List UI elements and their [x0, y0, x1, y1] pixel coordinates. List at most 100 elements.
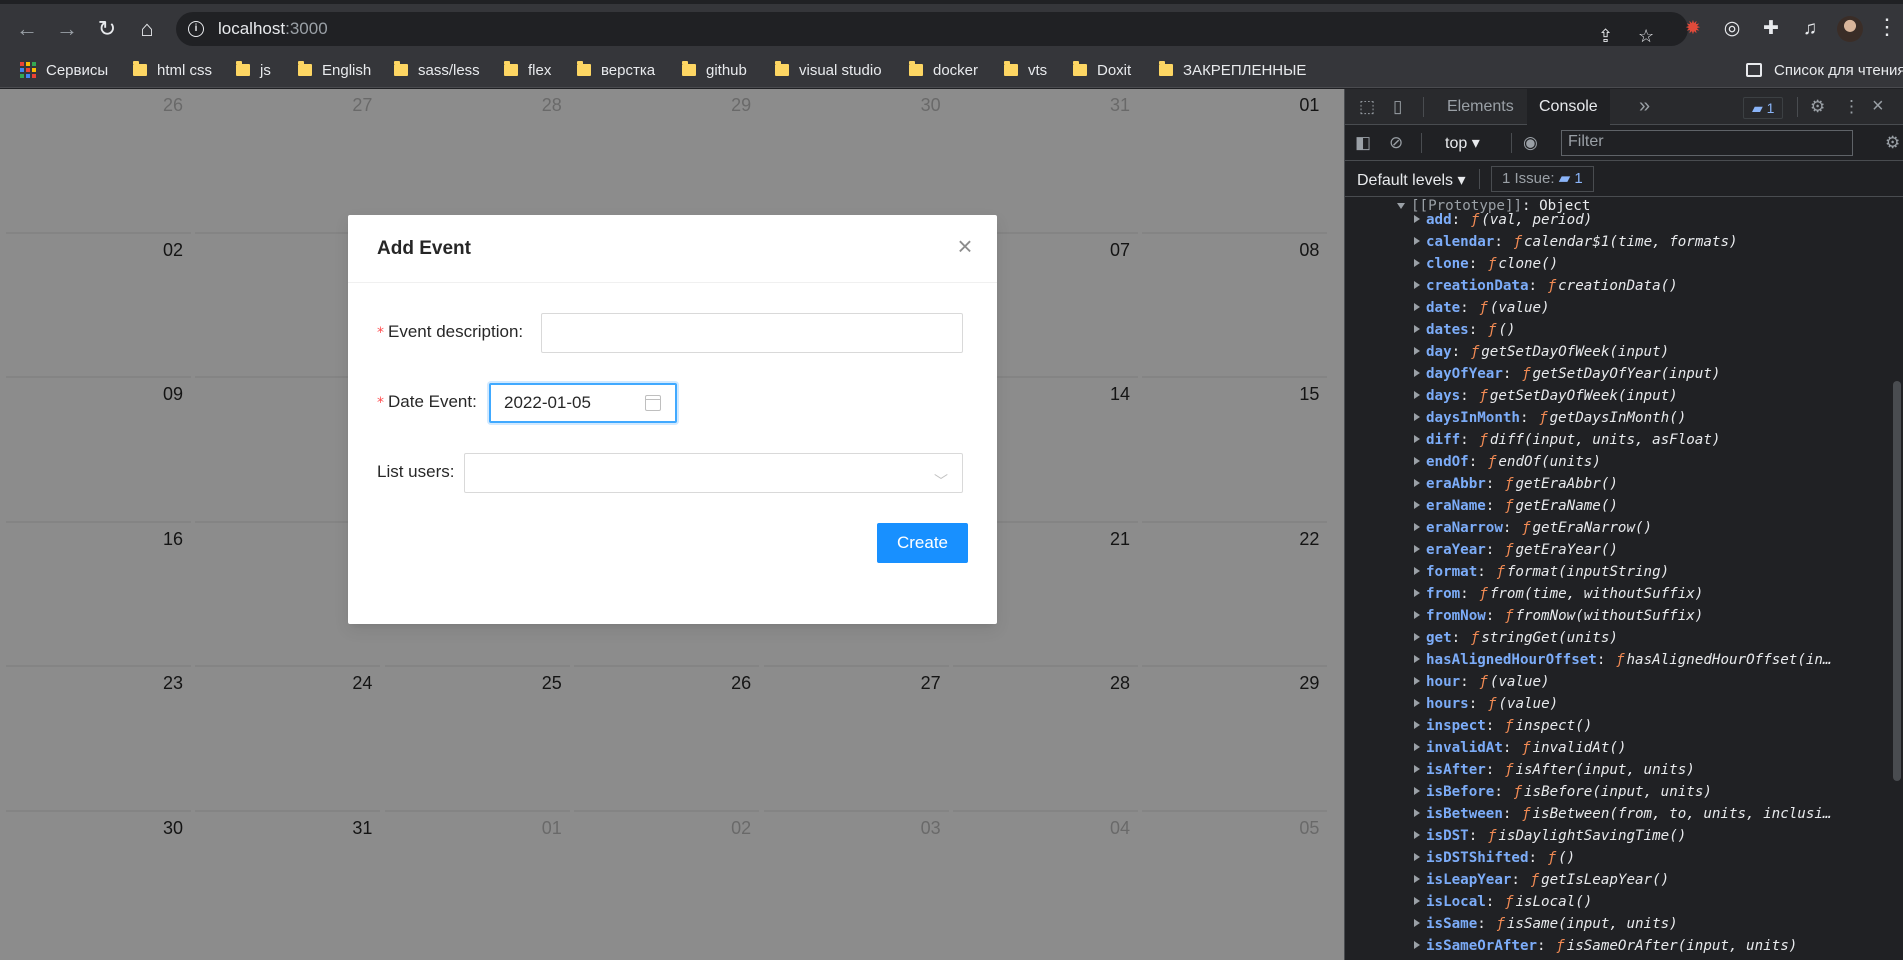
event-description-input[interactable]: [541, 313, 963, 353]
console-property-row[interactable]: eraName: ƒ getEraName(): [1414, 495, 1896, 517]
console-property-row[interactable]: eraNarrow: ƒ getEraNarrow(): [1414, 517, 1896, 539]
expand-triangle-icon[interactable]: [1414, 435, 1420, 443]
expand-triangle-icon[interactable]: [1414, 237, 1420, 245]
expand-triangle-icon[interactable]: [1414, 699, 1420, 707]
console-property-row[interactable]: hour: ƒ (value): [1414, 671, 1896, 693]
list-users-select[interactable]: ﹀: [464, 453, 963, 493]
expand-triangle-icon[interactable]: [1414, 523, 1420, 531]
issues-badge[interactable]: ▰ 1: [1743, 97, 1784, 119]
console-property-row[interactable]: dates: ƒ(): [1414, 319, 1896, 341]
console-property-row[interactable]: creationData: ƒ creationData(): [1414, 275, 1896, 297]
bookmark-folder[interactable]: English: [298, 57, 371, 83]
console-property-row[interactable]: hasAlignedHourOffset: ƒ hasAlignedHourOff…: [1414, 649, 1896, 671]
expand-triangle-icon[interactable]: [1414, 303, 1420, 311]
device-toolbar-icon[interactable]: ▯: [1393, 97, 1402, 117]
expand-triangle-icon[interactable]: [1414, 457, 1420, 465]
console-property-row[interactable]: days: ƒ getSetDayOfWeek(input): [1414, 385, 1896, 407]
bookmark-folder[interactable]: ЗАКРЕПЛЕННЫЕ: [1159, 57, 1306, 83]
sidebar-toggle-icon[interactable]: ◧: [1355, 133, 1371, 153]
live-expression-eye-icon[interactable]: ◉: [1523, 133, 1538, 153]
expand-triangle-icon[interactable]: [1414, 259, 1420, 267]
home-icon[interactable]: ⌂: [132, 14, 162, 44]
expand-triangle-icon[interactable]: [1414, 325, 1420, 333]
collapse-triangle-icon[interactable]: [1397, 203, 1405, 209]
address-bar[interactable]: i localhost:3000 ⇪ ☆: [176, 12, 1688, 46]
console-property-row[interactable]: isAfter: ƒ isAfter(input, units): [1414, 759, 1896, 781]
console-property-row[interactable]: isLeapYear: ƒ getIsLeapYear(): [1414, 869, 1896, 891]
expand-triangle-icon[interactable]: [1414, 369, 1420, 377]
issue-count-button[interactable]: 1 Issue: ▰ 1: [1491, 166, 1594, 192]
expand-triangle-icon[interactable]: [1414, 611, 1420, 619]
console-filter-input[interactable]: Filter: [1561, 130, 1853, 156]
bookmark-folder[interactable]: flex: [504, 57, 551, 83]
expand-triangle-icon[interactable]: [1414, 589, 1420, 597]
console-property-row[interactable]: fromNow: ƒ fromNow(withoutSuffix): [1414, 605, 1896, 627]
bookmark-folder[interactable]: visual studio: [775, 57, 882, 83]
console-property-row[interactable]: isBetween: ƒ isBetween(from, to, units, i…: [1414, 803, 1896, 825]
devtools-menu-icon[interactable]: ⋮: [1843, 97, 1860, 117]
console-property-row[interactable]: calendar: ƒ calendar$1(time, formats): [1414, 231, 1896, 253]
console-property-row[interactable]: isDSTShifted: ƒ(): [1414, 847, 1896, 869]
bookmark-star-icon[interactable]: ☆: [1638, 26, 1654, 47]
inspect-element-icon[interactable]: ⬚: [1359, 97, 1375, 117]
expand-triangle-icon[interactable]: [1414, 501, 1420, 509]
console-property-row[interactable]: hours: ƒ (value): [1414, 693, 1896, 715]
bookmark-folder[interactable]: html css: [133, 57, 212, 83]
settings-gear-icon[interactable]: ⚙: [1810, 97, 1825, 117]
bookmark-folder[interactable]: docker: [909, 57, 978, 83]
console-scrollbar[interactable]: [1891, 197, 1903, 960]
tab-console[interactable]: Console: [1527, 89, 1610, 125]
console-property-row[interactable]: eraYear: ƒ getEraYear(): [1414, 539, 1896, 561]
expand-triangle-icon[interactable]: [1414, 897, 1420, 905]
expand-triangle-icon[interactable]: [1414, 831, 1420, 839]
bookmark-folder[interactable]: Doxit: [1073, 57, 1131, 83]
console-property-row[interactable]: format: ƒ format(inputString): [1414, 561, 1896, 583]
bookmark-apps[interactable]: Сервисы: [20, 57, 108, 83]
expand-triangle-icon[interactable]: [1414, 347, 1420, 355]
console-property-row[interactable]: invalidAt: ƒ invalidAt(): [1414, 737, 1896, 759]
expand-triangle-icon[interactable]: [1414, 633, 1420, 641]
forward-arrow-icon[interactable]: →: [52, 14, 82, 44]
console-property-row[interactable]: add: ƒ (val, period): [1414, 209, 1896, 231]
record-icon[interactable]: ◎: [1719, 16, 1745, 42]
console-property-row[interactable]: diff: ƒ diff(input, units, asFloat): [1414, 429, 1896, 451]
menu-kebab-icon[interactable]: ⋮: [1876, 14, 1898, 40]
expand-triangle-icon[interactable]: [1414, 787, 1420, 795]
console-property-row[interactable]: isLocal: ƒ isLocal(): [1414, 891, 1896, 913]
console-property-row[interactable]: endOf: ƒ endOf(units): [1414, 451, 1896, 473]
bookmark-folder[interactable]: js: [236, 57, 271, 83]
close-icon[interactable]: ×: [953, 233, 977, 259]
create-button[interactable]: Create: [877, 523, 968, 563]
expand-triangle-icon[interactable]: [1414, 853, 1420, 861]
context-select[interactable]: top ▾: [1445, 133, 1480, 153]
console-property-row[interactable]: isDST: ƒ isDaylightSavingTime(): [1414, 825, 1896, 847]
site-info-icon[interactable]: i: [188, 21, 204, 37]
expand-triangle-icon[interactable]: [1414, 919, 1420, 927]
expand-triangle-icon[interactable]: [1414, 765, 1420, 773]
puzzle-icon[interactable]: ✚: [1758, 16, 1784, 42]
expand-triangle-icon[interactable]: [1414, 721, 1420, 729]
console-property-row[interactable]: date: ƒ (value): [1414, 297, 1896, 319]
scrollbar-thumb[interactable]: [1893, 381, 1901, 781]
console-property-row[interactable]: isSameOrAfter: ƒ isSameOrAfter(input, uni…: [1414, 935, 1896, 957]
expand-triangle-icon[interactable]: [1414, 545, 1420, 553]
console-property-row[interactable]: dayOfYear: ƒ getSetDayOfYear(input): [1414, 363, 1896, 385]
expand-triangle-icon[interactable]: [1414, 479, 1420, 487]
console-property-row[interactable]: day: ƒ getSetDayOfWeek(input): [1414, 341, 1896, 363]
expand-triangle-icon[interactable]: [1414, 743, 1420, 751]
console-property-row[interactable]: isSame: ƒ isSame(input, units): [1414, 913, 1896, 935]
bookmark-folder[interactable]: vts: [1004, 57, 1047, 83]
expand-triangle-icon[interactable]: [1414, 655, 1420, 663]
console-settings-gear-icon[interactable]: ⚙: [1885, 133, 1900, 153]
console-property-row[interactable]: inspect: ƒ inspect(): [1414, 715, 1896, 737]
expand-triangle-icon[interactable]: [1414, 215, 1420, 223]
url-text[interactable]: localhost:3000: [218, 19, 328, 39]
date-event-picker[interactable]: 2022-01-05: [489, 383, 677, 423]
media-icon[interactable]: ♫: [1797, 16, 1823, 42]
clear-console-icon[interactable]: ⊘: [1389, 133, 1403, 153]
reading-list[interactable]: Список для чтения: [1746, 57, 1903, 83]
tab-elements[interactable]: Elements: [1435, 89, 1526, 125]
expand-triangle-icon[interactable]: [1414, 809, 1420, 817]
expand-triangle-icon[interactable]: [1414, 875, 1420, 883]
console-property-row[interactable]: get: ƒ stringGet(units): [1414, 627, 1896, 649]
